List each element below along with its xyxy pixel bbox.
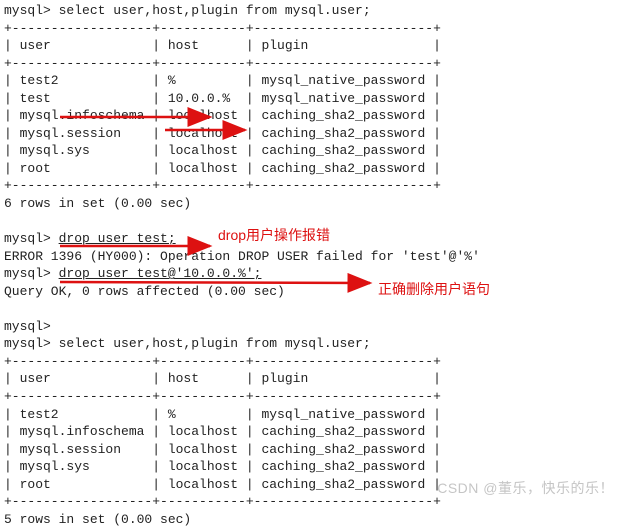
result-count: 6 rows in set (0.00 sec): [4, 195, 618, 213]
table-border: +------------------+-----------+--------…: [4, 177, 618, 195]
prompt: mysql>: [4, 318, 618, 336]
table-header: | user | host | plugin |: [4, 370, 618, 388]
query-ok: Query OK, 0 rows affected (0.00 sec): [4, 283, 618, 301]
table-border: +------------------+-----------+--------…: [4, 55, 618, 73]
sql-select-1: mysql> select user,host,plugin from mysq…: [4, 2, 618, 20]
table-border: +------------------+-----------+--------…: [4, 20, 618, 38]
label-drop-correct: 正确删除用户语句: [378, 280, 490, 299]
table-row: | root | localhost | caching_sha2_passwo…: [4, 160, 618, 178]
table-border: +------------------+-----------+--------…: [4, 388, 618, 406]
table-row: | mysql.session | localhost | caching_sh…: [4, 441, 618, 459]
table-row: | mysql.infoschema | localhost | caching…: [4, 107, 618, 125]
error-line: ERROR 1396 (HY000): Operation DROP USER …: [4, 248, 618, 266]
table-row: | mysql.sys | localhost | caching_sha2_p…: [4, 458, 618, 476]
table-row: | test2 | % | mysql_native_password |: [4, 72, 618, 90]
table-row: | test2 | % | mysql_native_password |: [4, 406, 618, 424]
table-row: | mysql.infoschema | localhost | caching…: [4, 423, 618, 441]
sql-select-2: mysql> select user,host,plugin from mysq…: [4, 335, 618, 353]
sql-drop-good: mysql> drop user test@'10.0.0.%';: [4, 265, 618, 283]
watermark: CSDN @董乐，快乐的乐！: [437, 479, 614, 498]
table-row: | mysql.sys | localhost | caching_sha2_p…: [4, 142, 618, 160]
terminal-output: mysql> select user,host,plugin from mysq…: [4, 2, 618, 528]
label-drop-error: drop用户操作报错: [218, 226, 330, 245]
table-border: +------------------+-----------+--------…: [4, 353, 618, 371]
table-header: | user | host | plugin |: [4, 37, 618, 55]
table-row: | mysql.session | localhost | caching_sh…: [4, 125, 618, 143]
table-row: | test | 10.0.0.% | mysql_native_passwor…: [4, 90, 618, 108]
result-count: 5 rows in set (0.00 sec): [4, 511, 618, 528]
